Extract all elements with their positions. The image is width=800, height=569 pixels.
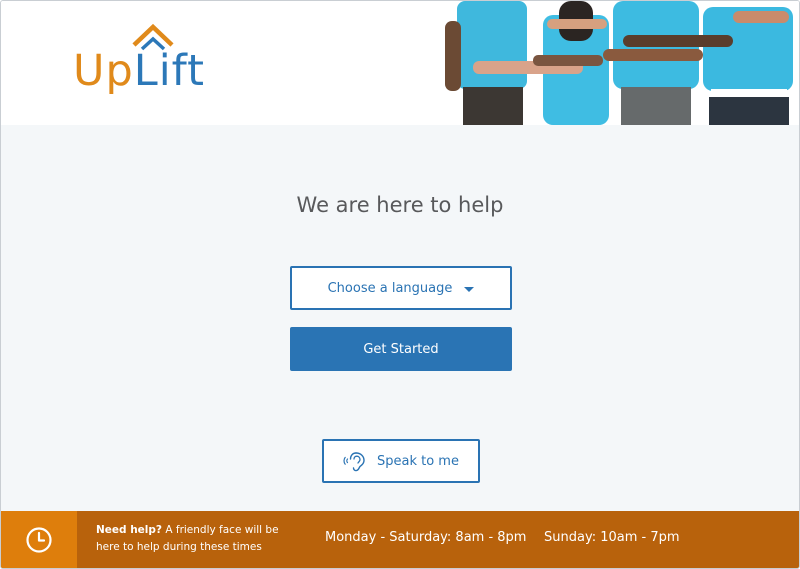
help-message: Need help? A friendly face will be here … (96, 522, 296, 556)
brand-up: Up (73, 46, 134, 96)
page-title: We are here to help (296, 193, 504, 217)
hours-weekday: Monday - Saturday: 8am - 8pm (325, 530, 527, 545)
app-window: UpLift We are here to help Choose a lang… (0, 0, 800, 569)
ear-sound-icon (343, 452, 365, 472)
language-select[interactable]: Choose a language (290, 266, 512, 310)
speak-to-me-button[interactable]: Speak to me (322, 439, 480, 483)
hours-sunday: Sunday: 10am - 7pm (544, 530, 680, 545)
header: UpLift (1, 1, 799, 125)
speak-button-label: Speak to me (377, 453, 459, 469)
main-content: We are here to help Choose a language Ge… (1, 125, 799, 511)
brand-lift: Lift (133, 46, 205, 96)
get-started-button[interactable]: Get Started (290, 327, 512, 371)
footer-help-bar: Need help? A friendly face will be here … (1, 511, 799, 568)
brand-wordmark: UpLift (73, 45, 205, 97)
clock-icon (26, 526, 52, 553)
uplift-logo[interactable]: UpLift (73, 23, 243, 103)
chevron-down-icon (464, 286, 475, 292)
clock-panel (1, 511, 77, 568)
hero-photo (443, 1, 799, 125)
language-select-label: Choose a language (327, 280, 453, 296)
help-title: Need help? (96, 524, 163, 536)
group-people-image (443, 1, 799, 125)
